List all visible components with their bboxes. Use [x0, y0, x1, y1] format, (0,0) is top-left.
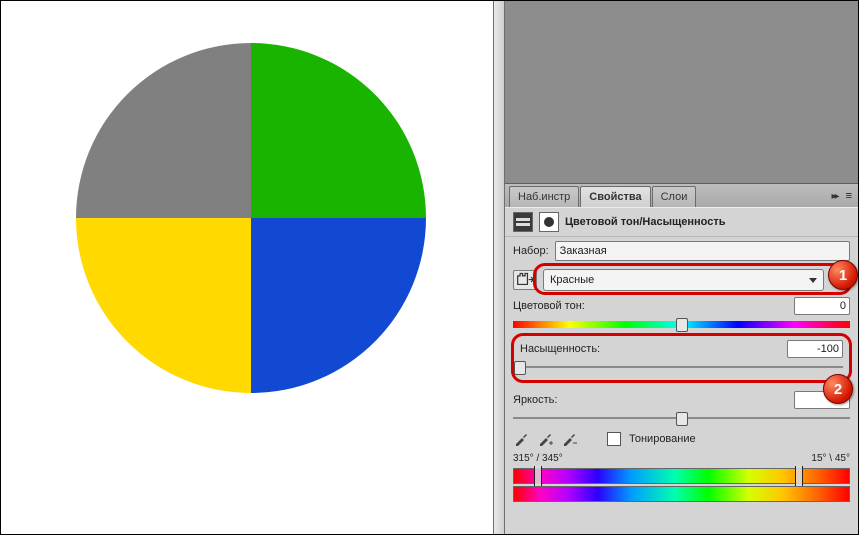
- tab-layers[interactable]: Слои: [652, 186, 697, 208]
- hue-range-right-label: 15° \ 45°: [811, 453, 850, 464]
- eyedropper-icon[interactable]: [513, 431, 529, 447]
- hue-range-left-label: 315° / 345°: [513, 453, 563, 464]
- hue-range-row: 315° / 345° 15° \ 45°: [505, 451, 858, 502]
- panel-tab-bar: Наб.инстр Свойства Слои ▸▸ ≡: [505, 183, 858, 209]
- properties-panel-body: Цветовой тон/Насыщенность Набор: Заказна…: [505, 207, 858, 534]
- preset-dropdown[interactable]: Заказная: [555, 241, 850, 261]
- color-channel-value: Красные: [550, 270, 594, 290]
- hue-slider-row: Цветовой тон: 0: [505, 295, 858, 329]
- quadrant-bottom-right: [251, 218, 426, 393]
- lightness-label: Яркость:: [513, 394, 557, 406]
- eyedropper-add-icon[interactable]: [537, 431, 553, 447]
- saturation-label: Насыщенность:: [520, 343, 600, 355]
- document-canvas[interactable]: [1, 1, 493, 534]
- quadrant-top-right: [251, 43, 426, 218]
- panel-divider[interactable]: [493, 1, 505, 534]
- range-marker-outer-left[interactable]: [534, 466, 542, 486]
- eyedropper-subtract-icon[interactable]: [561, 431, 577, 447]
- callout-ring-2: Насыщенность: -100 2: [511, 333, 852, 383]
- saturation-value-input[interactable]: -100: [787, 340, 843, 358]
- chevron-down-icon: [809, 278, 817, 283]
- hue-value-input[interactable]: 0: [794, 297, 850, 315]
- hue-range-strip-top[interactable]: [513, 468, 850, 484]
- hue-slider-thumb[interactable]: [676, 318, 688, 332]
- preset-row: Набор: Заказная: [505, 237, 858, 265]
- channel-row: Красные 1: [505, 265, 858, 295]
- colorize-checkbox[interactable]: [607, 432, 621, 446]
- lightness-slider-thumb[interactable]: [676, 412, 688, 426]
- layer-mask-icon[interactable]: [539, 212, 559, 232]
- colorize-label: Тонирование: [629, 433, 696, 445]
- panel-menu-icon[interactable]: ≡: [846, 190, 852, 202]
- adjustment-header: Цветовой тон/Насыщенность: [505, 208, 858, 237]
- hue-label: Цветовой тон:: [513, 300, 585, 312]
- lightness-slider-track[interactable]: [513, 413, 850, 423]
- tab-properties[interactable]: Свойства: [580, 186, 650, 208]
- saturation-slider-track[interactable]: [520, 362, 843, 372]
- eyedropper-row: Тонирование: [505, 423, 858, 451]
- panel-empty-area: [505, 1, 858, 183]
- right-panel: Наб.инстр Свойства Слои ▸▸ ≡ Цветовой то…: [505, 1, 858, 534]
- color-channel-dropdown[interactable]: Красные: [543, 269, 824, 291]
- callout-badge-2: 2: [823, 374, 853, 404]
- preset-label: Набор:: [513, 245, 549, 257]
- hue-slider-track[interactable]: [513, 319, 850, 329]
- collapse-panel-icon[interactable]: ▸▸: [832, 191, 838, 202]
- targeted-adjust-icon[interactable]: [513, 270, 537, 290]
- saturation-slider-thumb[interactable]: [514, 361, 526, 375]
- range-marker-outer-right[interactable]: [795, 466, 803, 486]
- adjustment-type-icon[interactable]: [513, 212, 533, 232]
- hue-range-strip-bottom: [513, 486, 850, 502]
- quadrant-top-left: [76, 43, 251, 218]
- lightness-slider-row: Яркость: 0: [505, 389, 858, 423]
- quadrant-bottom-left: [76, 218, 251, 393]
- tab-tool-presets[interactable]: Наб.инстр: [509, 186, 579, 208]
- adjustment-title: Цветовой тон/Насыщенность: [565, 216, 726, 228]
- callout-badge-1: 1: [828, 260, 858, 290]
- sample-circle: [76, 43, 426, 393]
